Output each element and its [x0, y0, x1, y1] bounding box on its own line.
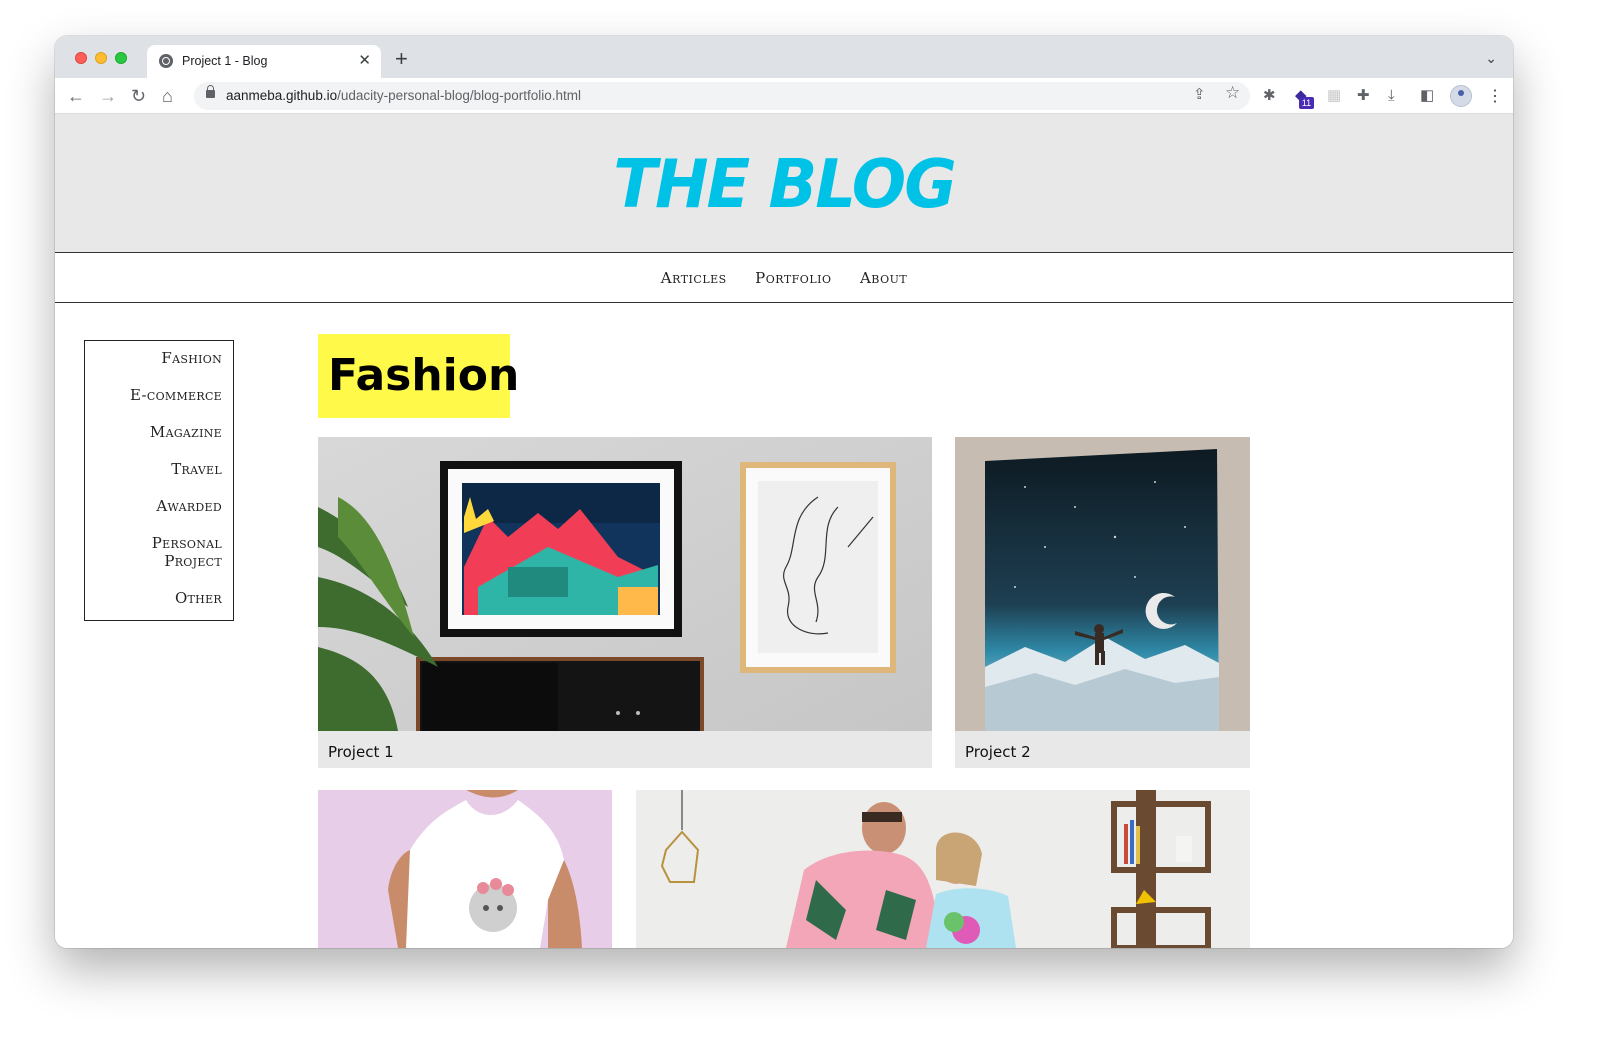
category-sidebar: Fashion E-commerce Magazine Travel Award… [84, 340, 234, 621]
site-logo[interactable]: THE BLOG [55, 146, 1513, 224]
tab-title: Project 1 - Blog [182, 54, 268, 68]
browser-window: Project 1 - Blog ✕ + ⌄ ← → ↻ ⌂ aanmeba.g… [55, 36, 1513, 948]
sidebar-item-other[interactable]: Other [85, 589, 222, 607]
browser-toolbar: ← → ↻ ⌂ aanmeba.github.io/udacity-person… [55, 78, 1513, 114]
sidebar-item-awarded[interactable]: Awarded [85, 497, 222, 515]
more-menu-icon[interactable]: ⋮ [1487, 86, 1503, 106]
home-icon[interactable]: ⌂ [162, 84, 173, 108]
lock-icon [206, 85, 215, 98]
star-icon[interactable]: ☆ [1225, 83, 1240, 103]
nav-link-portfolio[interactable]: Portfolio [755, 254, 831, 303]
puzzle-icon[interactable]: ✚ [1357, 86, 1370, 106]
url-text[interactable]: aanmeba.github.io/udacity-personal-blog/… [226, 88, 581, 103]
reload-icon[interactable]: ↻ [131, 84, 146, 108]
share-icon[interactable]: ⇪ [1193, 85, 1206, 103]
site-header: THE BLOG [55, 114, 1513, 253]
profile-avatar[interactable] [1450, 85, 1472, 107]
sidebar-item-magazine[interactable]: Magazine [85, 423, 222, 441]
zoom-window-button[interactable] [115, 52, 127, 64]
download-icon[interactable]: ⤓ [1388, 86, 1395, 106]
page-viewport: THE BLOG Articles Portfolio About Fashio… [55, 114, 1513, 948]
project-3-image [318, 790, 612, 948]
arrow-right-icon[interactable]: → [99, 84, 117, 108]
project-card-3[interactable] [318, 790, 612, 948]
browser-tab-active[interactable]: Project 1 - Blog ✕ [147, 45, 381, 78]
bug-extension-icon[interactable]: ✱ [1263, 86, 1276, 106]
close-window-button[interactable] [75, 52, 87, 64]
project-card-4[interactable] [636, 790, 1250, 948]
nav-link-articles[interactable]: Articles [661, 254, 727, 303]
section-title: Fashion [318, 334, 519, 418]
main-navigation: Articles Portfolio About [55, 254, 1513, 303]
project-1-caption: Project 1 [318, 736, 932, 768]
address-bar[interactable]: aanmeba.github.io/udacity-personal-blog/… [194, 82, 1250, 110]
grid-extension-icon[interactable]: ▦ [1327, 86, 1341, 106]
tab-close-icon[interactable]: ✕ [358, 51, 371, 69]
project-card-1[interactable]: Project 1 [318, 437, 932, 768]
project-2-caption: Project 2 [955, 736, 1250, 768]
sidebar-item-e-commerce[interactable]: E-commerce [85, 386, 222, 404]
project-card-2[interactable]: Project 2 [955, 437, 1250, 768]
sidebar-item-personal-project[interactable]: Personal Project [125, 534, 222, 570]
tab-strip: Project 1 - Blog ✕ + ⌄ [55, 36, 1513, 78]
extension-badge: 11 [1299, 97, 1314, 109]
side-panel-icon[interactable]: ◧ [1420, 86, 1434, 106]
nav-link-about[interactable]: About [860, 254, 907, 303]
arrow-left-icon[interactable]: ← [67, 84, 85, 108]
globe-icon [159, 54, 173, 68]
project-4-image [636, 790, 1250, 948]
chevron-down-icon[interactable]: ⌄ [1485, 50, 1497, 67]
project-1-image [318, 437, 932, 731]
project-2-image [955, 437, 1250, 731]
new-tab-button[interactable]: + [395, 48, 408, 70]
minimize-window-button[interactable] [95, 52, 107, 64]
sidebar-item-travel[interactable]: Travel [85, 460, 222, 478]
sidebar-item-fashion[interactable]: Fashion [85, 349, 222, 367]
